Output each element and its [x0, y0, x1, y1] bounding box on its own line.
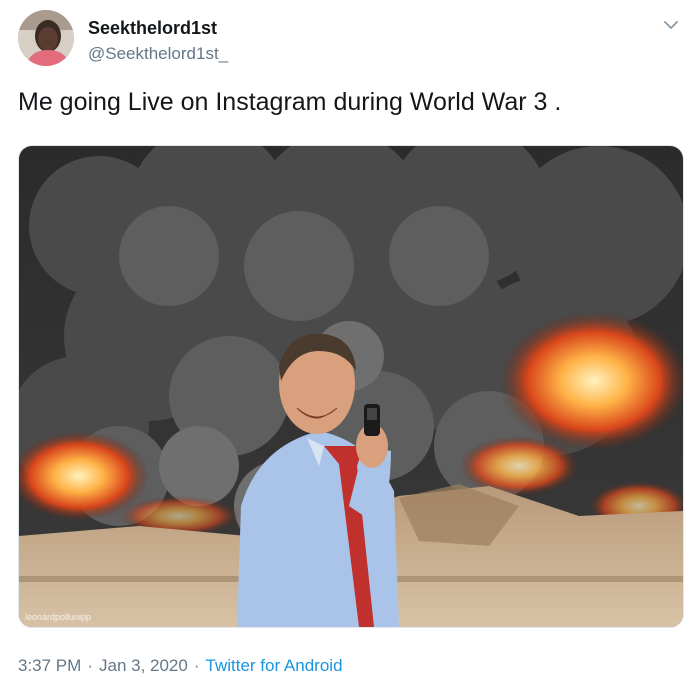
tweet-source-link[interactable]: Twitter for Android — [206, 656, 343, 675]
tweet-header: Seekthelord1st @Seekthelord1st_ — [18, 10, 682, 70]
tweet-photo[interactable]: leonardpollunipp — [18, 145, 684, 628]
photo-watermark: leonardpollunipp — [25, 612, 91, 622]
avatar[interactable] — [18, 10, 74, 66]
chevron-down-icon[interactable] — [662, 16, 680, 34]
tweet-text: Me going Live on Instagram during World … — [18, 88, 562, 116]
display-name[interactable]: Seekthelord1st — [88, 18, 217, 39]
tweet-time[interactable]: 3:37 PM — [18, 656, 81, 675]
tweet-date[interactable]: Jan 3, 2020 — [99, 656, 188, 675]
user-handle[interactable]: @Seekthelord1st_ — [88, 44, 228, 64]
tweet-meta: 3:37 PM · Jan 3, 2020 · Twitter for Android — [18, 656, 343, 676]
meta-separator: · — [193, 656, 200, 675]
meta-separator: · — [87, 656, 93, 675]
